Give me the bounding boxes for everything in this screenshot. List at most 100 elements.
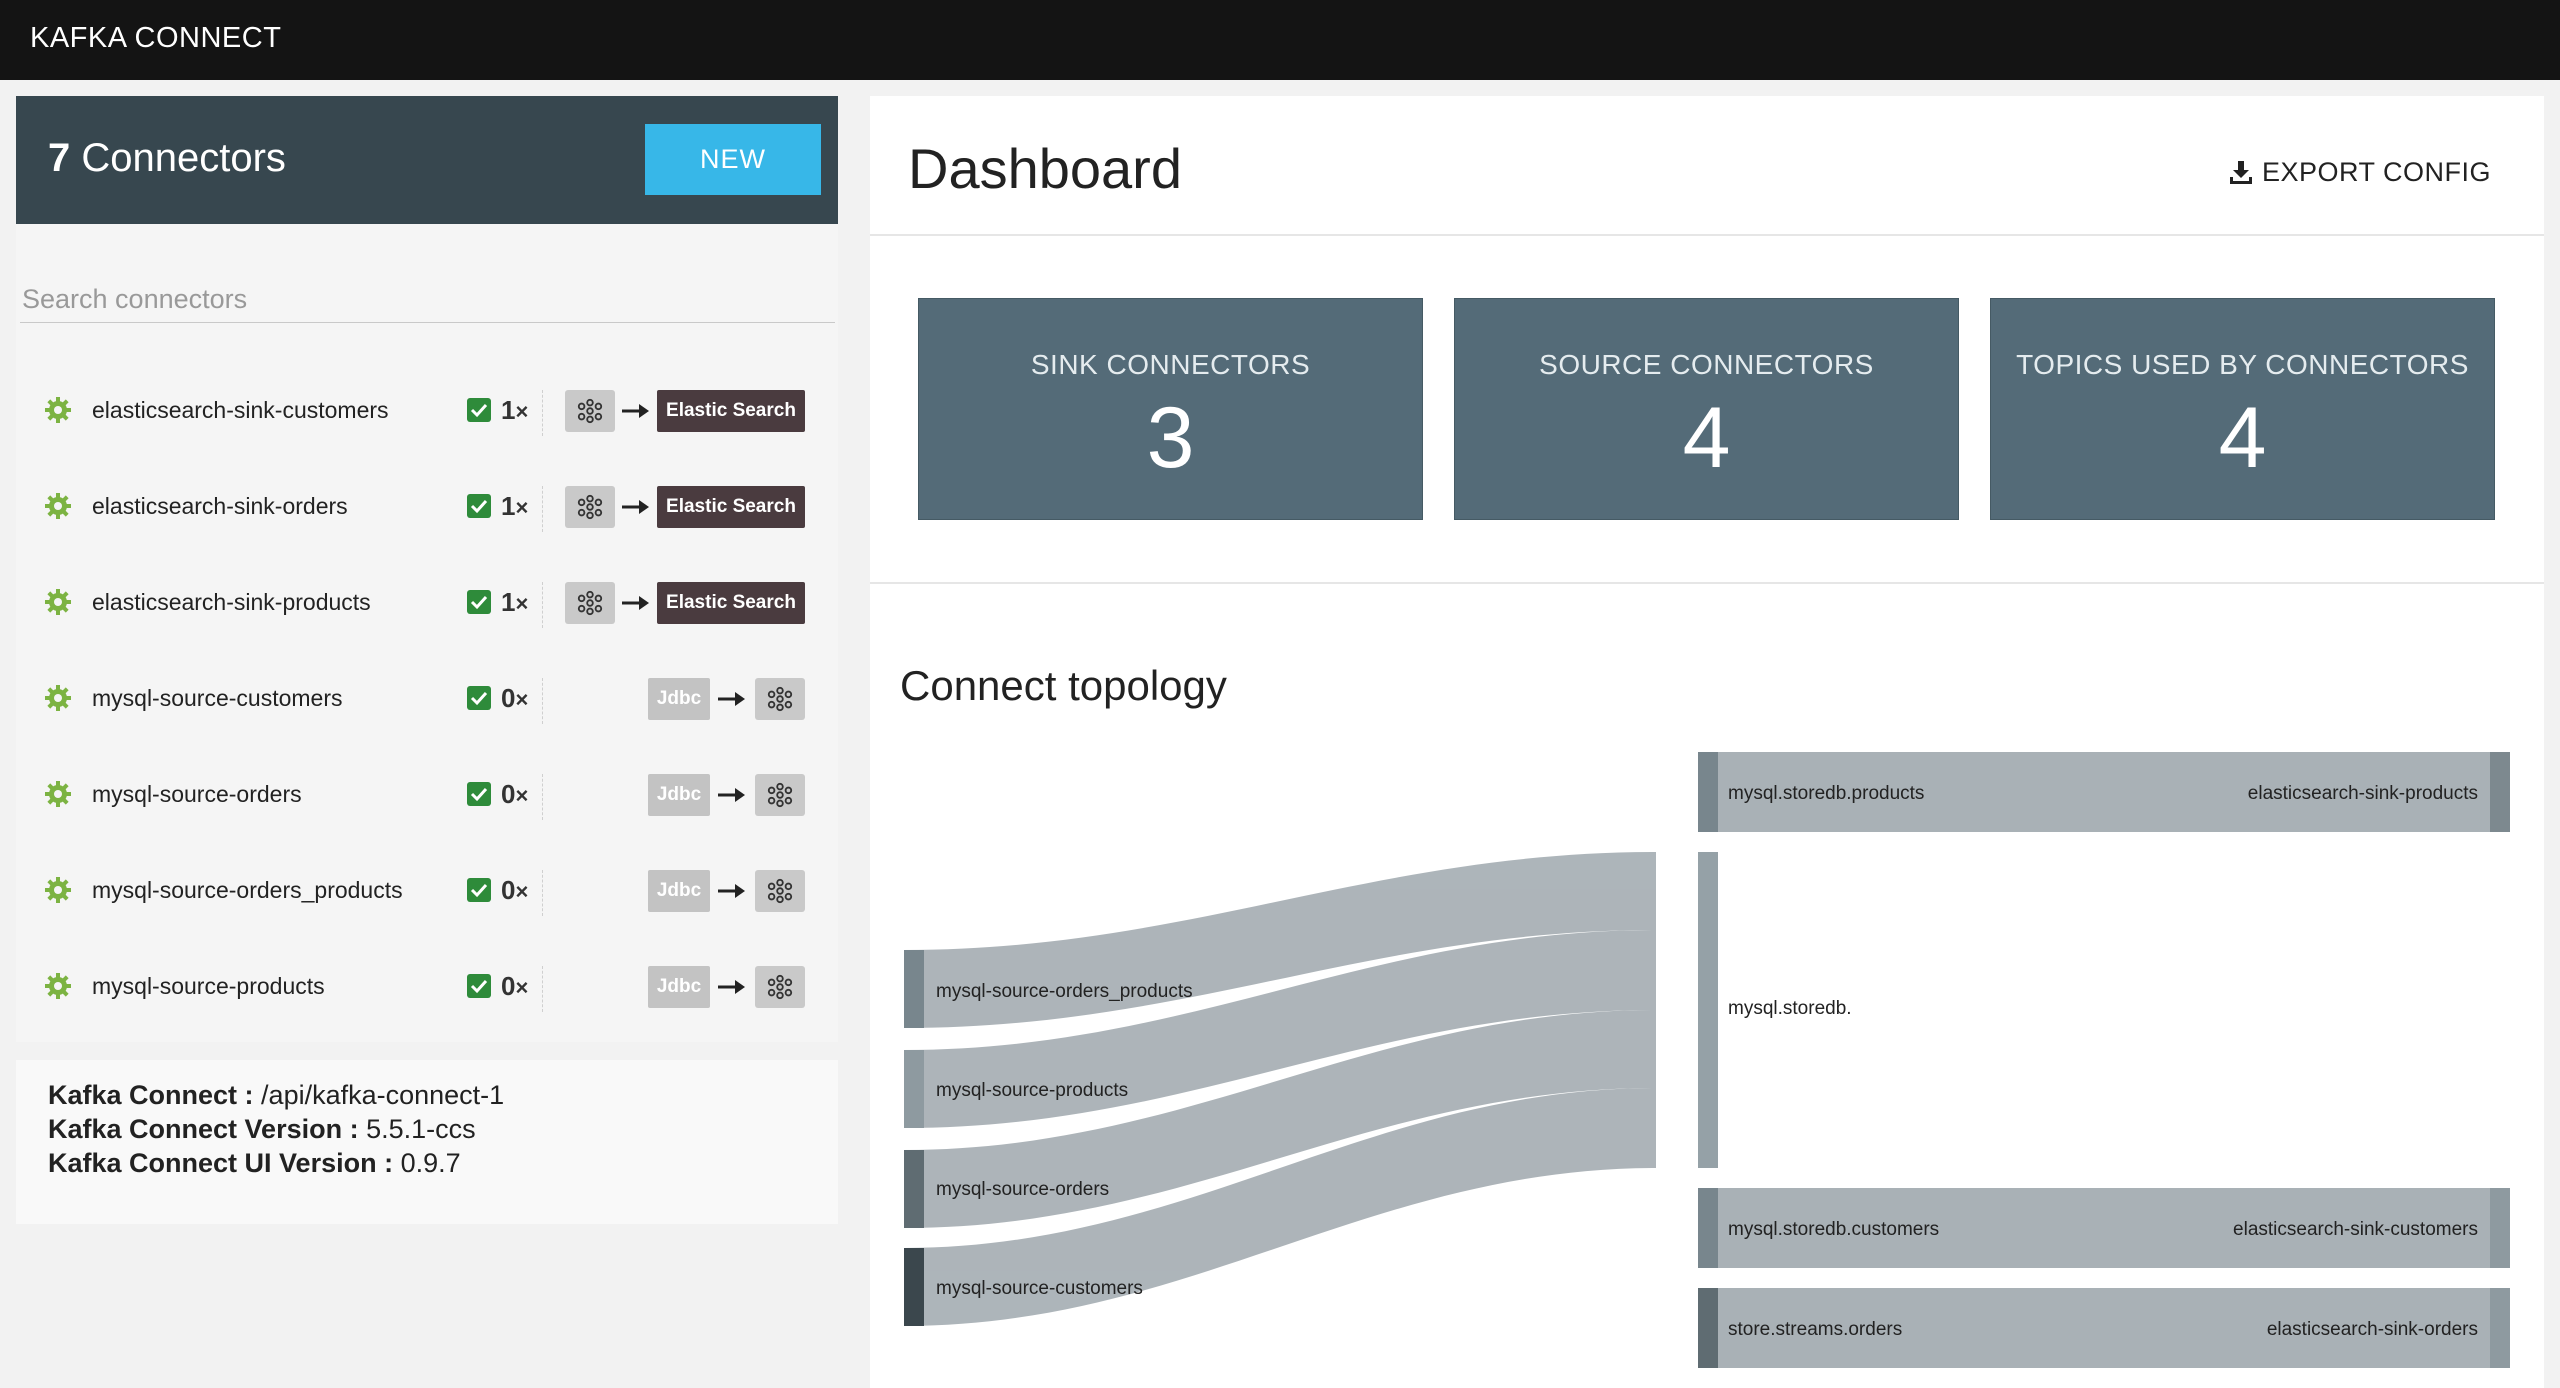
task-count: 1×	[501, 491, 528, 522]
connector-row[interactable]: elasticsearch-sink-orders 1× Elastic Searc…	[16, 458, 838, 554]
check-icon	[467, 782, 491, 806]
sink-node-customers	[2490, 1188, 2510, 1268]
info-connect-line: Kafka Connect : /api/kafka-connect-1	[48, 1078, 806, 1112]
task-count-suffix: ×	[515, 591, 529, 616]
topic-label: mysql.storedb.products	[1728, 783, 1924, 804]
connector-type-badge: Elastic Search	[657, 582, 805, 624]
connectors-list-panel: elasticsearch-sink-customers1×Elastic Se…	[16, 224, 838, 1042]
connectors-header: 7 Connectors NEW	[16, 96, 838, 224]
info-ui-version-label: Kafka Connect UI Version :	[48, 1148, 401, 1178]
check-icon	[467, 590, 491, 614]
arrow-right-icon	[718, 689, 746, 709]
kafka-icon	[755, 678, 805, 720]
source-node-orders[interactable]	[904, 1150, 924, 1228]
task-count-value: 1	[501, 587, 516, 617]
arrow-right-icon	[718, 977, 746, 997]
sink-node-products	[2490, 752, 2510, 832]
task-count-value: 0	[501, 779, 516, 809]
task-count: 0×	[501, 971, 528, 1002]
info-version-label: Kafka Connect Version :	[48, 1114, 367, 1144]
separator	[542, 390, 543, 436]
kafka-icon	[565, 486, 615, 528]
gear-icon	[44, 972, 72, 1000]
connector-row[interactable]: mysql-source-products 0× Jdbc	[16, 938, 838, 1034]
search-wrapper	[20, 278, 835, 323]
arrow-right-icon	[622, 401, 650, 421]
connect-info: Kafka Connect : /api/kafka-connect-1 Kaf…	[16, 1060, 838, 1224]
connector-row[interactable]: mysql-source-orders 0× Jdbc	[16, 746, 838, 842]
kafka-icon	[565, 390, 615, 432]
check-icon	[467, 974, 491, 998]
connector-row[interactable]: elasticsearch-sink-customers 1× Elastic Se…	[16, 362, 838, 458]
connectors-count-suffix: Connectors	[70, 136, 286, 180]
gear-icon	[44, 588, 72, 616]
gear-icon	[44, 684, 72, 712]
check-icon	[467, 878, 491, 902]
separator	[542, 870, 543, 916]
connector-row[interactable]: elasticsearch-sink-products 1× Elastic Sea…	[16, 554, 838, 650]
connector-row[interactable]: mysql-source-customers 0× Jdbc	[16, 650, 838, 746]
connector-name[interactable]: elasticsearch-sink-customers	[92, 397, 389, 424]
task-count-value: 0	[501, 683, 516, 713]
connector-name[interactable]: mysql-source-orders	[92, 781, 302, 808]
task-count-suffix: ×	[515, 399, 529, 424]
task-count-suffix: ×	[515, 783, 529, 808]
source-label: mysql-source-customers	[936, 1278, 1143, 1299]
topology-diagram: mysql-source-orders_products mysql-sourc…	[904, 752, 2510, 1368]
gear-icon	[44, 876, 72, 904]
dashboard-panel: Dashboard EXPORT CONFIG SINK CONNECTORS …	[870, 96, 2544, 1388]
app-title[interactable]: KAFKA CONNECT	[30, 22, 281, 55]
topic-label: mysql.storedb.customers	[1728, 1219, 1939, 1240]
connector-name[interactable]: mysql-source-orders_products	[92, 877, 403, 904]
connector-type-badge: Elastic Search	[657, 390, 805, 432]
connector-name[interactable]: mysql-source-products	[92, 973, 325, 1000]
connector-name[interactable]: mysql-source-customers	[92, 685, 343, 712]
connectors-count-title: 7 Connectors	[48, 136, 286, 181]
check-icon	[467, 686, 491, 710]
task-count: 0×	[501, 779, 528, 810]
info-version-line: Kafka Connect Version : 5.5.1-ccs	[48, 1112, 806, 1146]
separator	[542, 966, 543, 1012]
arrow-right-icon	[622, 497, 650, 517]
source-node-customers[interactable]	[904, 1248, 924, 1326]
task-count-suffix: ×	[515, 975, 529, 1000]
task-count-value: 0	[501, 875, 516, 905]
task-count: 0×	[501, 875, 528, 906]
source-label: mysql-source-orders	[936, 1179, 1109, 1200]
connector-name[interactable]: elasticsearch-sink-products	[92, 589, 371, 616]
info-ui-version-value: 0.9.7	[400, 1148, 461, 1178]
separator	[542, 486, 543, 532]
source-label: mysql-source-orders_products	[936, 981, 1193, 1002]
connector-type-badge: Jdbc	[648, 774, 710, 816]
task-count-value: 0	[501, 971, 516, 1001]
kafka-icon	[755, 870, 805, 912]
new-connector-button[interactable]: NEW	[645, 124, 821, 195]
gear-icon	[44, 396, 72, 424]
gear-icon	[44, 492, 72, 520]
info-version-value: 5.5.1-ccs	[366, 1114, 476, 1144]
connector-row[interactable]: mysql-source-orders_products 0× Jdbc	[16, 842, 838, 938]
topic-node-customers	[1698, 1188, 1718, 1268]
sink-node-orders	[2490, 1288, 2510, 1368]
check-icon	[467, 398, 491, 422]
hub-node[interactable]	[1698, 852, 1718, 1168]
connector-name[interactable]: elasticsearch-sink-orders	[92, 493, 348, 520]
source-node-products[interactable]	[904, 1050, 924, 1128]
top-bar: KAFKA CONNECT	[0, 0, 2560, 80]
task-count-suffix: ×	[515, 879, 529, 904]
info-ui-version-line: Kafka Connect UI Version : 0.9.7	[48, 1146, 806, 1180]
sink-label: elasticsearch-sink-customers	[2233, 1219, 2478, 1240]
sink-label: elasticsearch-sink-orders	[2267, 1319, 2478, 1340]
gear-icon	[44, 780, 72, 808]
info-connect-label: Kafka Connect :	[48, 1080, 262, 1110]
separator	[542, 678, 543, 724]
task-count: 1×	[501, 587, 528, 618]
source-label: mysql-source-products	[936, 1080, 1128, 1101]
search-connectors-input[interactable]	[22, 278, 802, 320]
task-count: 1×	[501, 395, 528, 426]
source-node-orders-products[interactable]	[904, 950, 924, 1028]
topic-node-orders	[1698, 1288, 1718, 1368]
kafka-icon	[755, 774, 805, 816]
kafka-icon	[755, 966, 805, 1008]
connectors-count: 7	[48, 136, 71, 180]
